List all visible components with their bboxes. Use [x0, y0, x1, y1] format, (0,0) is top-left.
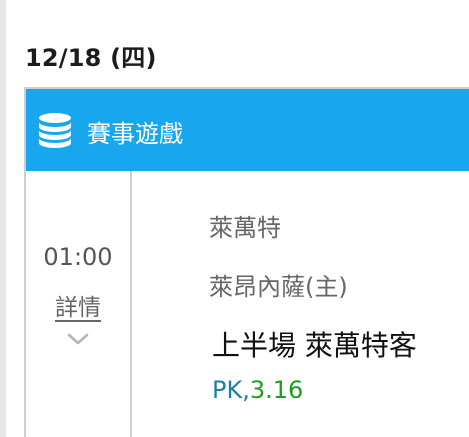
section-header: 賽事遊戲 [26, 89, 469, 171]
team-home: 萊昂內薩(主) [209, 273, 348, 301]
match-time: 01:00 [43, 243, 113, 271]
left-edge-divider [0, 0, 6, 437]
odds-line: PK,3.16 [212, 376, 303, 404]
page: 12/18 (四) 賽事遊戲 01:00 詳情 萊萬特 萊昂內薩(主) 上半場 … [0, 0, 469, 437]
team-away: 萊萬特 [209, 214, 281, 242]
match-card: 賽事遊戲 01:00 詳情 萊萬特 萊昂內薩(主) 上半場 萊萬特客 PK,3.… [24, 87, 469, 437]
database-stack-icon [39, 113, 71, 148]
section-title: 賽事遊戲 [87, 120, 183, 148]
bet-type: PK, [212, 376, 250, 404]
time-column: 01:00 詳情 [26, 171, 132, 437]
bet-selection: 上半場 萊萬特客 [212, 329, 417, 362]
details-link-label: 詳情 [55, 295, 101, 321]
details-link[interactable]: 詳情 [26, 288, 130, 322]
odds-value: 3.16 [249, 376, 304, 404]
match-info: 萊萬特 萊昂內薩(主) 上半場 萊萬特客 PK,3.16 [132, 171, 469, 437]
date-header: 12/18 (四) [25, 44, 157, 72]
chevron-down-icon[interactable] [66, 331, 90, 347]
